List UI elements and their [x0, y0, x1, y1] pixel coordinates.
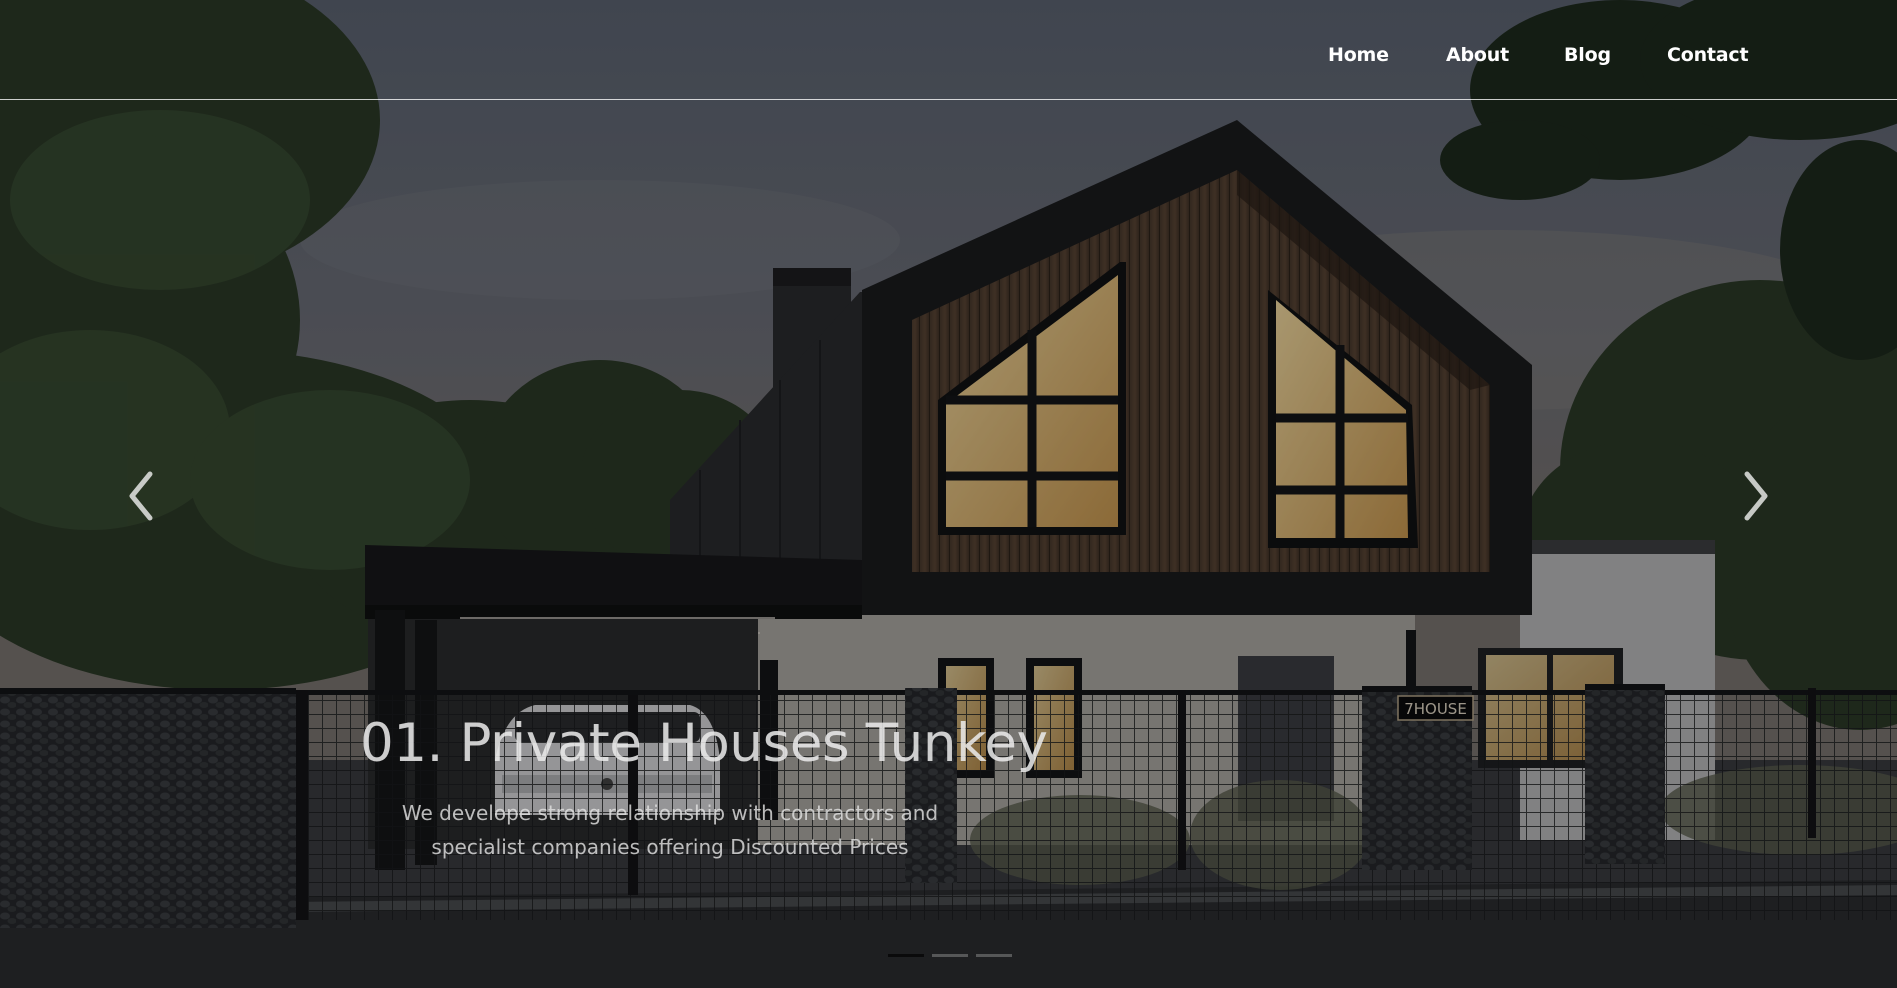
slide-description: We develope strong relationship with con…	[401, 801, 939, 859]
chevron-left-icon	[129, 471, 153, 521]
hero-carousel: 7HOUSE Home About Blog Contact 01. Priva…	[0, 0, 1897, 988]
nav-blog-link[interactable]: Blog	[1564, 44, 1667, 66]
nav-contact-link[interactable]: Contact	[1667, 44, 1785, 66]
main-nav: Home About Blog Contact	[1328, 44, 1785, 66]
carousel-prev-button[interactable]	[116, 462, 166, 530]
carousel-next-button[interactable]	[1731, 462, 1781, 530]
carousel-indicator-2[interactable]	[932, 954, 968, 957]
carousel-indicator-3[interactable]	[976, 954, 1012, 957]
nav-home-link[interactable]: Home	[1328, 44, 1446, 66]
carousel-indicators	[888, 954, 1012, 957]
carousel-indicator-1[interactable]	[888, 954, 924, 957]
chevron-right-icon	[1744, 471, 1768, 521]
top-navbar: Home About Blog Contact	[0, 0, 1897, 100]
slide-caption: 01. Private Houses Tunkey We develope st…	[360, 704, 1048, 864]
slide-title: 01. Private Houses Tunkey	[360, 713, 1048, 774]
nav-about-link[interactable]: About	[1446, 44, 1564, 66]
